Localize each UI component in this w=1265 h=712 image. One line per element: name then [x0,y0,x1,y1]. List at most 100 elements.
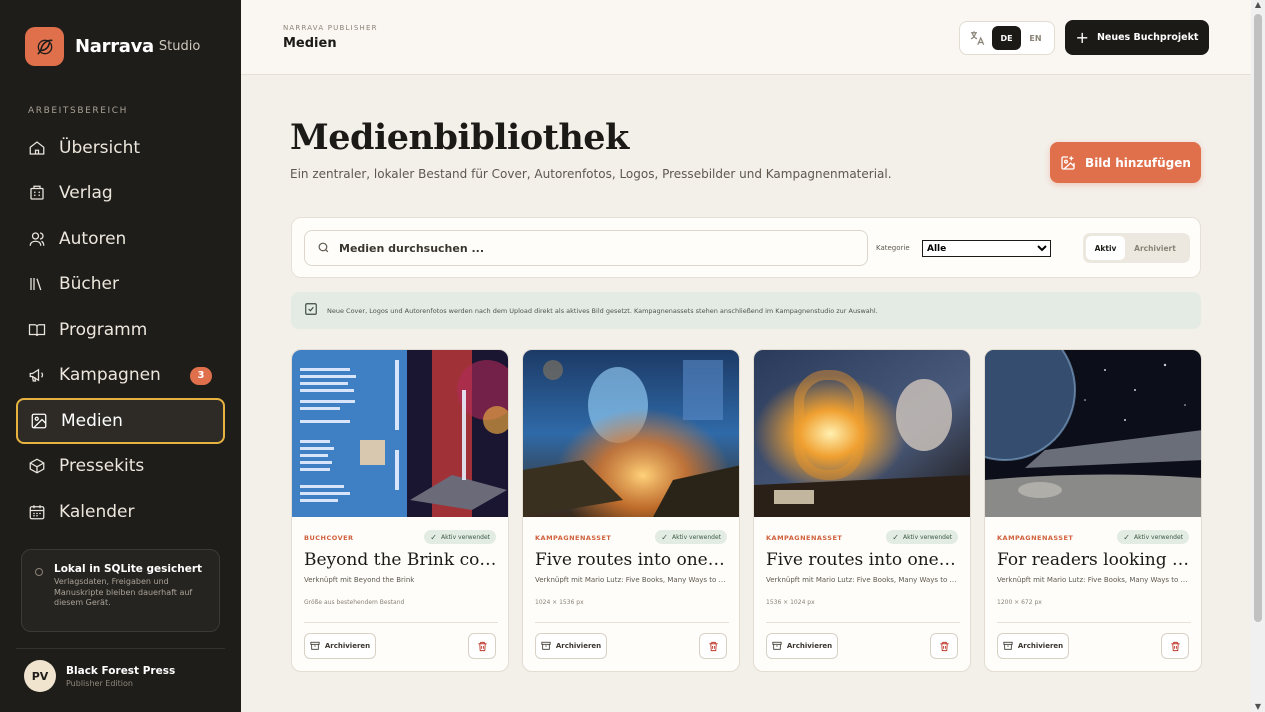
add-image-label: Bild hinzufügen [1085,155,1191,170]
trash-icon [939,637,950,656]
trash-icon [477,637,488,656]
page-title: Medienbibliothek [290,117,629,158]
delete-button[interactable] [468,633,496,659]
breadcrumb-page: Medien [283,36,337,51]
sidebar-item-label: Übersicht [59,137,141,158]
delete-button[interactable] [1161,633,1189,659]
archive-label: Archivieren [555,642,602,650]
section-label: ARBEITSBEREICH [28,106,129,116]
sidebar-item-kalender[interactable]: Kalender [16,489,225,535]
card-category: BUCHCOVER [304,534,354,542]
sidebar-item-pressekits[interactable]: Pressekits [16,444,225,490]
check-icon: ✓ [430,532,437,542]
calendar-icon [28,503,46,521]
language-switcher: DE EN [959,21,1055,55]
archive-label: Archivieren [786,642,833,650]
card-size: 1536 × 1024 px [766,599,815,606]
image-icon [30,412,48,430]
feather-logo-icon [25,27,64,66]
delete-button[interactable] [930,633,958,659]
archive-button[interactable]: Archivieren [997,633,1069,659]
filter-bar: Kategorie Alle Aktiv Archiviert [291,217,1201,278]
archive-button[interactable]: Archivieren [535,633,607,659]
card-size: 1200 × 672 px [997,599,1042,606]
notice-text: Neue Cover, Logos und Autorenfotos werde… [327,306,878,315]
archive-button[interactable]: Archivieren [304,633,376,659]
archive-icon [1003,641,1013,651]
media-thumbnail[interactable] [523,350,739,517]
sidebar-item-programm[interactable]: Programm [16,307,225,353]
home-icon [28,139,46,157]
megaphone-icon [28,366,46,384]
tab-aktiv[interactable]: Aktiv [1086,236,1125,260]
plus-icon: + [1075,28,1089,47]
card-divider [304,622,498,623]
breadcrumb-app: NARRAVA PUBLISHER [283,24,378,32]
sidebar-item-kampagnen[interactable]: Kampagnen 3 [16,353,225,399]
sidebar-item-verlag[interactable]: Verlag [16,171,225,217]
status-label: Aktiv verwendet [440,533,490,541]
media-thumbnail[interactable] [754,350,970,517]
archive-icon [310,641,320,651]
user-edition: Publisher Edition [66,678,133,688]
card-title: For readers looking to travel [997,550,1191,570]
media-card[interactable]: KAMPAGNENASSET ✓ Aktiv verwendet Five rou… [753,349,971,672]
lang-en-button[interactable]: EN [1021,26,1050,50]
status-label: Aktiv verwendet [671,533,721,541]
card-category: KAMPAGNENASSET [535,534,612,542]
sidebar-item-autoren[interactable]: Autoren [16,216,225,262]
tab-archiviert[interactable]: Archiviert [1125,236,1185,260]
scrollbar-thumb[interactable] [1254,14,1262,622]
check-icon: ✓ [661,532,668,542]
book-open-icon [28,321,46,339]
package-icon [28,457,46,475]
card-category: KAMPAGNENASSET [997,534,1074,542]
lang-de-button[interactable]: DE [992,26,1021,50]
category-select[interactable]: Alle [922,240,1051,257]
card-title: Five routes into one catalog [535,550,729,570]
sidebar-item-label: Programm [59,319,148,340]
media-card[interactable]: KAMPAGNENASSET ✓ Aktiv verwendet For read… [984,349,1202,672]
search-input[interactable] [339,241,819,255]
card-size: 1024 × 1536 px [535,599,584,606]
trash-icon [1170,637,1181,656]
card-category: KAMPAGNENASSET [766,534,843,542]
page-scrollbar[interactable]: ▲ ▼ [1251,0,1265,712]
card-divider [535,622,729,623]
search-icon [317,239,330,258]
sidebar-item-medien[interactable]: Medien [16,398,225,444]
sidebar-item-label: Autoren [59,228,127,249]
status-label: Aktiv verwendet [902,533,952,541]
search-box[interactable] [304,230,868,266]
avatar: PV [24,660,56,692]
sidebar-item-uebersicht[interactable]: Übersicht [16,125,225,171]
status-tabs: Aktiv Archiviert [1083,233,1190,263]
sidebar-item-buecher[interactable]: Bücher [16,262,225,308]
add-image-button[interactable]: Bild hinzufügen [1050,142,1201,183]
media-card[interactable]: BUCHCOVER ✓ Aktiv verwendet Beyond the Br… [291,349,509,672]
card-size: Größe aus bestehendem Bestand [304,599,405,606]
card-title: Beyond the Brink cover [304,550,498,570]
delete-button[interactable] [699,633,727,659]
card-title: Five routes into one catalog [766,550,960,570]
card-divider [997,622,1191,623]
library-icon [28,275,46,293]
card-linked: Verknüpft mit Beyond the Brink [304,576,415,584]
kampagnen-count-badge: 3 [190,366,212,385]
sidebar: Narrava Studio ARBEITSBEREICH Übersicht … [0,0,241,712]
media-thumbnail[interactable] [292,350,508,517]
user-profile[interactable]: PV Black Forest Press Publisher Edition [24,660,175,692]
storage-info-card: Lokal in SQLite gesichert Verlagsdaten, … [21,549,220,632]
sidebar-item-label: Medien [61,410,123,431]
sidebar-item-label: Pressekits [59,456,145,477]
brand[interactable]: Narrava Studio [25,27,200,66]
status-badge: ✓ Aktiv verwendet [424,530,496,544]
scroll-down-icon[interactable]: ▼ [1254,702,1262,712]
media-card[interactable]: KAMPAGNENASSET ✓ Aktiv verwendet Five rou… [522,349,740,672]
scroll-up-icon[interactable]: ▲ [1254,0,1262,10]
archive-button[interactable]: Archivieren [766,633,838,659]
new-book-project-button[interactable]: + Neues Buchprojekt [1065,20,1209,55]
media-thumbnail[interactable] [985,350,1201,517]
status-badge: ✓ Aktiv verwendet [1117,530,1189,544]
page-subtitle: Ein zentraler, lokaler Bestand für Cover… [290,167,892,181]
